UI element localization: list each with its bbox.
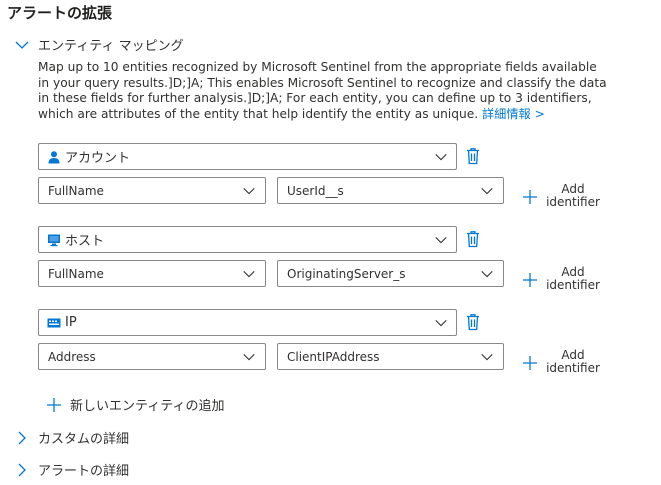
entity-mapping-description: Map up to 10 entities recognized by Micr…	[38, 60, 608, 122]
identifier-select-1[interactable]: FullName	[38, 177, 266, 204]
entity-type-select-1[interactable]: アカウント	[38, 143, 457, 170]
chevron-down-icon	[435, 319, 447, 327]
alert-details-label: アラートの詳細	[38, 464, 130, 479]
identifier-select-2[interactable]: FullName	[38, 260, 266, 287]
entity-type-select-3[interactable]: IP	[38, 309, 457, 336]
add-identifier-button-3[interactable]: Add identifier	[522, 349, 602, 379]
entity-type-select-2[interactable]: ホスト	[38, 226, 457, 253]
entity-type-value-3: IP	[65, 315, 77, 330]
host-icon	[48, 234, 60, 246]
column-value-2: OriginatingServer_s	[287, 267, 406, 281]
chevron-down-icon	[243, 270, 255, 278]
chevron-down-icon	[243, 187, 255, 195]
add-identifier-button-1[interactable]: Add identifier	[522, 183, 602, 213]
add-entity-label: 新しいエンティティの追加	[70, 399, 225, 414]
delete-entity-icon[interactable]	[465, 313, 481, 331]
entity-mapping-expander[interactable]: エンティティ マッピング	[14, 35, 184, 54]
identifier-value-2: FullName	[48, 267, 104, 281]
ip-icon	[47, 318, 61, 327]
custom-details-label: カスタムの詳細	[38, 432, 130, 447]
chevron-down-icon	[243, 353, 255, 361]
add-identifier-label: Add identifier	[546, 182, 600, 209]
learn-more-link[interactable]: 詳細情報 >	[482, 107, 545, 121]
chevron-down-icon	[481, 187, 493, 195]
column-value-1: UserId__s	[287, 184, 344, 198]
chevron-down-icon	[481, 270, 493, 278]
column-value-3: ClientIPAddress	[287, 350, 380, 364]
column-select-1[interactable]: UserId__s	[277, 177, 504, 204]
entity-mapping-label: エンティティ マッピング	[38, 39, 184, 54]
entity-type-value-2: ホスト	[65, 234, 105, 249]
add-identifier-label: Add identifier	[546, 265, 600, 292]
delete-entity-icon[interactable]	[465, 147, 481, 165]
plus-icon	[523, 356, 537, 370]
account-icon	[48, 150, 60, 163]
delete-entity-icon[interactable]	[465, 230, 481, 248]
chevron-down-icon	[481, 353, 493, 361]
chevron-right-icon	[18, 431, 26, 444]
alert-details-expander[interactable]: アラートの詳細	[14, 460, 129, 479]
plus-icon	[523, 190, 537, 204]
chevron-down-icon	[435, 236, 447, 244]
custom-details-expander[interactable]: カスタムの詳細	[14, 428, 129, 447]
chevron-down-icon	[435, 153, 447, 161]
identifier-select-3[interactable]: Address	[38, 343, 266, 370]
plus-icon	[47, 397, 61, 412]
entity-type-value-1: アカウント	[65, 151, 131, 166]
identifier-value-1: FullName	[48, 184, 104, 198]
add-identifier-button-2[interactable]: Add identifier	[522, 266, 602, 296]
chevron-down-icon	[15, 41, 29, 49]
add-identifier-label: Add identifier	[546, 348, 600, 375]
section-title: アラートの拡張	[7, 4, 113, 22]
column-select-2[interactable]: OriginatingServer_s	[277, 260, 504, 287]
identifier-value-3: Address	[48, 350, 96, 364]
add-entity-button[interactable]: 新しいエンティティの追加	[46, 395, 224, 414]
plus-icon	[523, 273, 537, 287]
chevron-right-icon	[18, 463, 26, 476]
column-select-3[interactable]: ClientIPAddress	[277, 343, 504, 370]
